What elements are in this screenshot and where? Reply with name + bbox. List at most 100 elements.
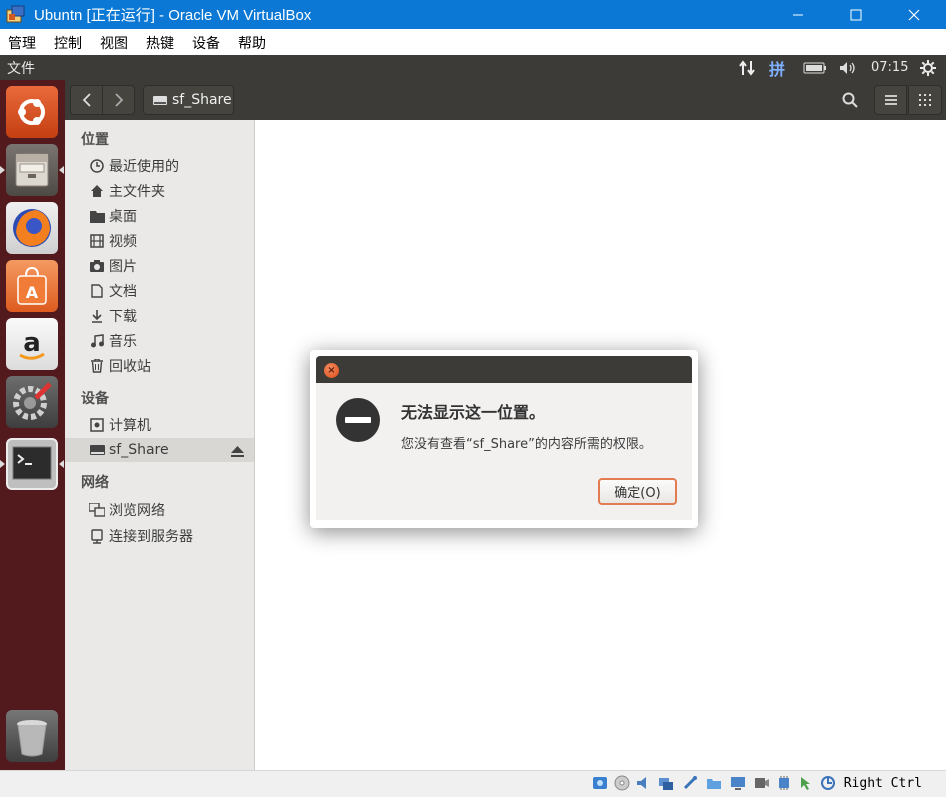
close-icon — [908, 9, 920, 20]
files-launcher-icon[interactable] — [6, 144, 58, 196]
sidebar-item-sf-share[interactable]: sf_Share — [65, 438, 254, 462]
menu-control[interactable]: 控制 — [54, 33, 82, 53]
menu-view[interactable]: 视图 — [100, 33, 128, 53]
sidebar-item-label: 下载 — [109, 309, 137, 325]
system-settings-launcher-icon[interactable] — [6, 376, 58, 428]
cpu-icon[interactable] — [776, 775, 792, 791]
network-icon — [89, 502, 105, 518]
recent-icon — [89, 158, 105, 174]
sidebar-item-videos[interactable]: 视频 — [65, 229, 254, 253]
sidebar-item-music[interactable]: 音乐 — [65, 329, 254, 353]
window-title: Ubuntn [正在运行] - Oracle VM VirtualBox — [34, 7, 312, 24]
video-icon — [89, 233, 105, 249]
places-header: 位置 — [81, 132, 109, 148]
menu-hotkeys[interactable]: 热键 — [146, 33, 174, 53]
battery-icon[interactable] — [803, 55, 827, 80]
ubuntu-dash-icon[interactable] — [6, 86, 58, 138]
sidebar-item-desktop[interactable]: 桌面 — [65, 204, 254, 228]
music-icon — [89, 333, 105, 349]
desktop-folder-icon — [89, 208, 105, 224]
sidebar-item-label: 最近使用的 — [109, 159, 179, 175]
host-key-label: Right Ctrl — [843, 776, 922, 791]
firefox-launcher-icon[interactable] — [6, 202, 58, 254]
trash-icon — [89, 358, 105, 374]
drive-icon — [153, 96, 167, 105]
volume-icon[interactable] — [838, 55, 858, 80]
path-bar-location[interactable]: sf_Share — [143, 85, 234, 115]
dialog-title-bar[interactable]: × — [316, 356, 692, 383]
hard-disk-icon[interactable] — [592, 775, 608, 791]
forward-button[interactable] — [102, 85, 135, 115]
places-sidebar: 位置 最近使用的 主文件夹 桌面 视频 图片 文档 下载 音乐 回收站 设备 计… — [65, 120, 255, 770]
dialog-close-icon[interactable]: × — [324, 363, 339, 378]
trash-launcher-icon[interactable] — [6, 710, 58, 762]
virtualbox-app-icon — [6, 5, 26, 24]
sidebar-item-recent[interactable]: 最近使用的 — [65, 154, 254, 178]
svg-text:a: a — [23, 328, 41, 358]
sidebar-item-pictures[interactable]: 图片 — [65, 254, 254, 278]
clock[interactable]: 07:15 — [871, 55, 908, 80]
server-icon — [89, 528, 105, 544]
eject-icon[interactable] — [231, 443, 244, 462]
sidebar-item-documents[interactable]: 文档 — [65, 279, 254, 303]
menu-devices[interactable]: 设备 — [192, 33, 220, 53]
document-icon — [89, 283, 105, 299]
maximize-icon — [850, 9, 862, 20]
sidebar-item-label: 主文件夹 — [109, 184, 165, 200]
devices-header: 设备 — [81, 391, 109, 407]
network-header: 网络 — [81, 475, 109, 491]
video-capture-icon[interactable] — [754, 775, 770, 791]
ok-button[interactable]: 确定(O) — [598, 478, 677, 505]
sidebar-item-browse-network[interactable]: 浏览网络 — [65, 498, 254, 522]
sidebar-item-label: 连接到服务器 — [109, 529, 193, 545]
svg-text:A: A — [26, 283, 39, 302]
error-stop-icon — [336, 398, 380, 442]
sidebar-item-label: 计算机 — [109, 418, 151, 434]
search-button[interactable] — [833, 85, 866, 115]
dialog-heading: 无法显示这一位置。 — [401, 403, 546, 422]
maximize-button[interactable] — [827, 0, 885, 29]
session-gear-icon[interactable] — [919, 55, 937, 80]
sidebar-item-computer[interactable]: 计算机 — [65, 413, 254, 437]
unity-launcher: A a — [0, 80, 65, 770]
menu-manage[interactable]: 管理 — [8, 33, 36, 53]
sidebar-item-label: 图片 — [109, 259, 137, 275]
sidebar-item-downloads[interactable]: 下载 — [65, 304, 254, 328]
vbox-status-bar: Right Ctrl — [0, 770, 946, 797]
sidebar-item-connect-server[interactable]: 连接到服务器 — [65, 524, 254, 548]
network-transfer-icon[interactable] — [738, 55, 756, 80]
error-dialog: × 无法显示这一位置。 您没有查看“sf_Share”的内容所需的权限。 确定(… — [316, 356, 692, 520]
usb-icon[interactable] — [682, 775, 698, 791]
unity-top-panel: 文件 拼 07:15 — [0, 55, 946, 80]
grid-view-icon — [919, 94, 931, 106]
view-toggle-button[interactable] — [908, 85, 942, 115]
terminal-launcher-icon[interactable] — [6, 438, 58, 490]
sidebar-item-label: sf_Share — [109, 442, 169, 458]
minimize-button[interactable] — [769, 0, 827, 29]
menu-help[interactable]: 帮助 — [238, 33, 266, 53]
shared-folders-icon[interactable] — [706, 775, 722, 791]
sidebar-item-trash[interactable]: 回收站 — [65, 354, 254, 378]
mouse-integration-icon[interactable] — [798, 775, 814, 791]
active-app-name[interactable]: 文件 — [7, 58, 35, 78]
back-button[interactable] — [70, 85, 103, 115]
path-bar-label: sf_Share — [172, 92, 232, 108]
network-adapter-icon[interactable] — [658, 775, 674, 791]
menu-button[interactable] — [874, 85, 907, 115]
sidebar-item-home[interactable]: 主文件夹 — [65, 179, 254, 203]
software-center-launcher-icon[interactable]: A — [6, 260, 58, 312]
home-icon — [89, 183, 105, 199]
close-button[interactable] — [885, 0, 943, 29]
camera-icon — [89, 258, 105, 274]
keyboard-capture-icon[interactable] — [820, 775, 836, 791]
window-title-bar[interactable]: Ubuntn [正在运行] - Oracle VM VirtualBox — [0, 0, 946, 29]
audio-icon[interactable] — [636, 775, 652, 791]
drive-icon — [89, 442, 105, 458]
computer-icon — [89, 417, 105, 433]
download-icon — [89, 308, 105, 324]
optical-drive-icon[interactable] — [614, 775, 630, 791]
display-icon[interactable] — [730, 775, 746, 791]
amazon-launcher-icon[interactable]: a — [6, 318, 58, 370]
minimize-icon — [793, 14, 803, 15]
input-method-indicator[interactable]: 拼 — [769, 55, 785, 80]
